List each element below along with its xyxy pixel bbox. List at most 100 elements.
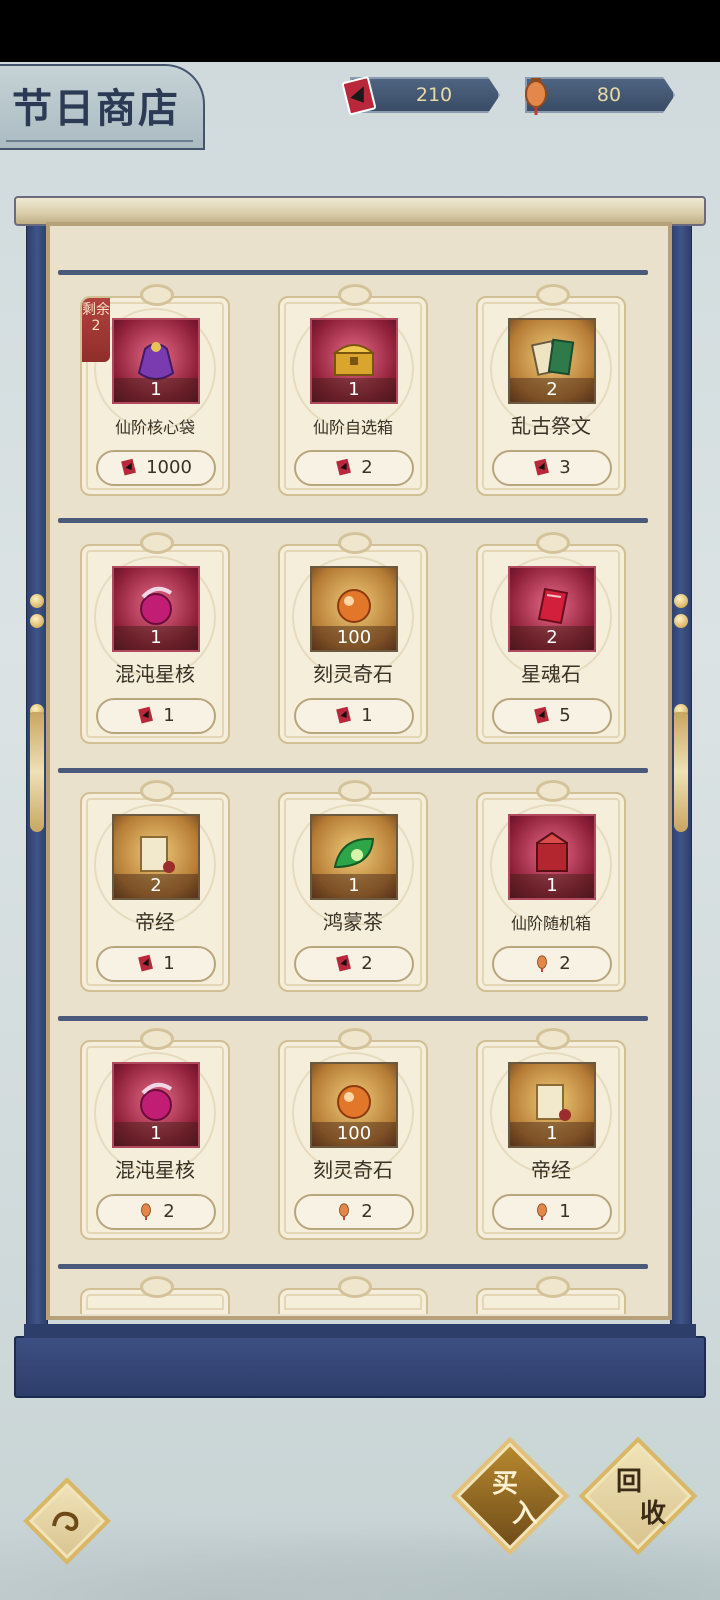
ticket-icon [138,706,154,724]
shop-item-card[interactable]: 2 星魂石 5 [476,532,626,744]
item-thumbnail: 100 [310,566,398,652]
shop-item-card-partial[interactable] [278,1276,428,1314]
gold-chest-icon [332,343,376,376]
shop-item-card[interactable]: 1 混沌星核 1 [80,532,230,744]
item-quantity: 1 [312,378,396,402]
knot-ornament [338,1276,372,1298]
shop-item-card[interactable]: 1 仙阶自选箱 2 [278,284,428,496]
stone-icon [337,588,371,623]
price-value: 1 [163,953,175,974]
price-button[interactable]: 1 [492,1194,612,1230]
orb-icon [140,586,173,625]
price-value: 2 [361,1201,373,1222]
price-button[interactable]: 2 [294,946,414,982]
shop-item-card[interactable]: 1 仙阶随机箱 2 [476,780,626,992]
item-thumbnail: 2 [508,566,596,652]
item-name: 帝经 [531,1158,571,1182]
item-thumbnail: 1 [310,814,398,900]
shop-item-card[interactable]: 2 帝经 1 [80,780,230,992]
price-button[interactable]: 2 [492,946,612,982]
shop-item-card-partial[interactable] [80,1276,230,1314]
price-button[interactable]: 2 [96,1194,216,1230]
price-value: 1 [361,705,373,726]
price-value: 1 [163,705,175,726]
crystal-icon [537,587,569,624]
price-button[interactable]: 5 [492,698,612,734]
knot-ornament [338,780,372,802]
buy-label-bottom: 入 [512,1499,539,1529]
knot-ornament [140,532,174,554]
item-thumbnail: 1 [508,1062,596,1148]
ticket-icon [341,76,377,116]
red-box-icon [536,831,568,872]
price-button[interactable]: 3 [492,450,612,486]
item-quantity: 1 [114,626,198,650]
price-button[interactable]: 1 [96,946,216,982]
scroll-icon [140,835,175,873]
ticket-icon [138,954,154,972]
price-button[interactable]: 1000 [96,450,216,486]
lantern-icon [525,78,547,115]
item-name: 星魂石 [521,662,581,686]
page-title: 节日商店 [12,85,180,132]
knot-ornament [140,1028,174,1050]
shop-item-card[interactable]: 1 剩余2 仙阶核心袋 1000 [80,284,230,496]
shelf-divider [58,518,648,523]
price-button[interactable]: 1 [96,698,216,734]
item-name: 仙阶随机箱 [510,914,591,933]
item-quantity: 1 [510,1122,594,1146]
tassel-left [30,712,44,832]
item-quantity: 2 [510,626,594,650]
shop-item-card-partial[interactable] [476,1276,626,1314]
knot-ornament [536,1276,570,1298]
knot-ornament [536,780,570,802]
shop-item-card[interactable]: 1 混沌星核 2 [80,1028,230,1240]
shop-item-card[interactable]: 2 乱古祭文 3 [476,284,626,496]
tea-leaf-icon [333,837,375,868]
price-button[interactable]: 2 [294,1194,414,1230]
shop-item-card[interactable]: 1 帝经 1 [476,1028,626,1240]
item-quantity: 1 [114,378,198,402]
knot-ornament [140,780,174,802]
price-value: 1 [559,1201,571,1222]
lantern-icon [537,1203,548,1220]
item-thumbnail: 1 [508,814,596,900]
knot-ornament [338,284,372,306]
ticket-icon [336,954,352,972]
orb-icon [140,1082,173,1121]
item-quantity: 1 [114,1122,198,1146]
knot-ornament [338,1028,372,1050]
knot-ornament [536,284,570,306]
item-quantity: 1 [312,874,396,898]
ticket-icon [534,706,550,724]
ticket-icon [121,458,137,476]
item-name: 混沌星核 [115,662,195,686]
lantern-icon [537,955,548,972]
knot-ornament [140,284,174,306]
shop-item-card[interactable]: 1 鸿蒙茶 2 [278,780,428,992]
item-name: 帝经 [135,910,175,934]
scroll-bottom-band [14,1324,706,1398]
item-name: 刻灵奇石 [313,1158,393,1182]
item-name: 刻灵奇石 [313,662,393,686]
item-name: 乱古祭文 [511,414,591,438]
item-thumbnail: 1 [112,318,200,404]
item-thumbnail: 1 [112,1062,200,1148]
shelf-divider [58,768,648,773]
cloud-swirl-icon [52,1511,79,1531]
bead-decoration [30,614,44,628]
scroll-icon [536,1083,571,1121]
purple-pouch-icon [137,341,175,380]
ticket-icon [534,458,550,476]
recycle-label-bottom: 收 [640,1499,667,1529]
shop-item-card[interactable]: 100 刻灵奇石 2 [278,1028,428,1240]
item-quantity: 1 [510,874,594,898]
book-icon [530,338,575,376]
item-thumbnail: 1 [112,566,200,652]
item-quantity: 2 [510,378,594,402]
shop-item-card[interactable]: 100 刻灵奇石 1 [278,532,428,744]
price-button[interactable]: 1 [294,698,414,734]
price-button[interactable]: 2 [294,450,414,486]
ticket-icon [336,706,352,724]
knot-ornament [338,532,372,554]
